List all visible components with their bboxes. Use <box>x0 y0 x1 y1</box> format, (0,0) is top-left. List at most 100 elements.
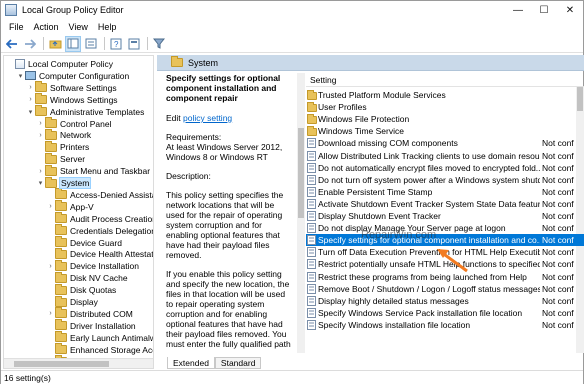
tree-item-label: Control Panel <box>60 118 112 129</box>
svg-text:?: ? <box>114 40 119 49</box>
filter-icon[interactable] <box>151 36 167 52</box>
close-button[interactable]: ✕ <box>557 1 583 19</box>
folder-icon <box>35 105 47 117</box>
tree-horizontal-scrollbar[interactable] <box>4 358 153 368</box>
collapsed-chevron-icon[interactable]: › <box>36 132 45 139</box>
setting-row[interactable]: Display Shutdown Event Tracker Not conf <box>306 210 584 222</box>
tree-item-label: Server <box>60 154 86 165</box>
setting-row[interactable]: Do not display Manage Your Server page a… <box>306 222 584 234</box>
folder-icon <box>55 212 67 224</box>
tree-item[interactable]: Enhanced Storage Acce <box>46 343 153 356</box>
tree-item[interactable]: › Device Installation <box>46 259 139 272</box>
folder-icon <box>45 176 57 188</box>
tree-item[interactable]: › Windows Settings <box>26 93 118 106</box>
edit-policy-setting-link[interactable]: policy setting <box>183 113 232 123</box>
tree-item[interactable]: Early Launch Antimalwa <box>46 331 153 344</box>
properties-icon[interactable] <box>126 36 142 52</box>
policy-icon <box>15 59 25 69</box>
help-icon[interactable]: ? <box>108 36 124 52</box>
setting-row[interactable]: Remove Boot / Shutdown / Logon / Logoff … <box>306 283 584 295</box>
folder-icon <box>55 247 67 259</box>
menu-file[interactable]: File <box>4 22 29 32</box>
tree-item[interactable]: › Control Panel <box>36 117 112 130</box>
setting-row[interactable]: Do not turn off system power after a Win… <box>306 174 584 186</box>
tree-item[interactable]: › App-V <box>46 200 94 213</box>
tree-item[interactable]: Local Computer Policy <box>6 58 113 70</box>
setting-row[interactable]: Specify Windows installation file locati… <box>306 319 584 331</box>
expanded-chevron-icon[interactable]: ▾ <box>36 179 45 187</box>
forward-icon[interactable] <box>22 36 38 52</box>
collapsed-chevron-icon[interactable]: › <box>46 203 55 210</box>
setting-state: Not conf <box>542 247 574 258</box>
navigation-tree[interactable]: File Classification I...Enhanced Storage… <box>3 55 154 369</box>
tree-item[interactable]: Disk NV Cache <box>46 271 128 284</box>
setting-row[interactable]: Do not automatically encrypt files moved… <box>306 162 584 174</box>
up-folder-icon[interactable] <box>47 36 63 52</box>
setting-row[interactable]: Windows File Protection <box>306 113 584 125</box>
setting-row[interactable]: Allow Distributed Link Tracking clients … <box>306 150 584 162</box>
setting-row[interactable]: Restrict these programs from being launc… <box>306 271 584 283</box>
description-label: Description: <box>166 171 211 181</box>
tree-item[interactable]: Server <box>36 152 86 165</box>
setting-row[interactable]: Display highly detailed status messages N… <box>306 295 584 307</box>
setting-name: Specify Windows Service Pack installatio… <box>318 307 523 318</box>
tree-item[interactable]: Device Guard <box>46 236 122 249</box>
show-hide-tree-icon[interactable] <box>65 35 81 52</box>
tree-item-label: Disk Quotas <box>70 285 117 296</box>
expanded-chevron-icon[interactable]: ▾ <box>16 72 25 80</box>
setting-row[interactable]: Turn off Data Execution Prevention for H… <box>306 246 584 258</box>
setting-row[interactable]: Windows Time Service <box>306 125 584 137</box>
tree-item[interactable]: Credentials Delegation <box>46 224 153 237</box>
setting-row[interactable]: Activate Shutdown Event Tracker System S… <box>306 198 584 210</box>
setting-row[interactable]: Trusted Platform Module Services <box>306 89 584 101</box>
settings-list[interactable]: Setting Trusted Platform Module Services… <box>306 73 584 353</box>
collapsed-chevron-icon[interactable]: › <box>26 84 35 91</box>
tree-item[interactable]: ▾ Administrative Templates <box>26 105 144 118</box>
menu-action[interactable]: Action <box>29 22 64 32</box>
export-list-icon[interactable] <box>83 36 99 52</box>
tree-item[interactable]: Driver Installation <box>46 319 136 332</box>
tree-item[interactable]: Printers <box>36 140 89 153</box>
tree-item[interactable]: Device Health Attestatic <box>46 247 153 260</box>
setting-name: Display highly detailed status messages <box>318 295 469 306</box>
tree-item[interactable]: › Distributed COM <box>46 307 133 320</box>
setting-row[interactable]: Specify Windows Service Pack installatio… <box>306 307 584 319</box>
tree-item[interactable]: › Start Menu and Taskbar <box>36 164 150 177</box>
expanded-chevron-icon[interactable]: ▾ <box>26 108 35 116</box>
description-scrollbar[interactable] <box>297 73 305 353</box>
setting-name: Windows File Protection <box>318 114 410 125</box>
scrollbar-thumb[interactable] <box>14 361 109 367</box>
setting-row[interactable]: Restrict potentially unsafe HTML Help fu… <box>306 258 584 270</box>
tab-extended[interactable]: Extended <box>167 357 215 369</box>
collapsed-chevron-icon[interactable]: › <box>36 120 45 127</box>
window-controls: — ☐ ✕ <box>505 1 583 19</box>
scrollbar-thumb[interactable] <box>298 128 304 218</box>
gpedit-app-icon <box>5 4 17 16</box>
tree-item[interactable]: ▾ Computer Configuration <box>16 70 130 82</box>
tree-item[interactable]: Access-Denied Assistan <box>46 188 153 201</box>
tree-item-label: Distributed COM <box>70 308 133 319</box>
setting-state: Not conf <box>542 271 574 282</box>
setting-row[interactable]: Enable Persistent Time Stamp Not conf <box>306 186 584 198</box>
maximize-button[interactable]: ☐ <box>531 1 557 19</box>
tree-item[interactable]: Disk Quotas <box>46 283 117 296</box>
menu-view[interactable]: View <box>64 22 93 32</box>
collapsed-chevron-icon[interactable]: › <box>26 96 35 103</box>
collapsed-chevron-icon[interactable]: › <box>46 310 55 317</box>
minimize-button[interactable]: — <box>505 1 531 19</box>
tree-item[interactable]: ▾ System <box>36 176 92 189</box>
collapsed-chevron-icon[interactable]: › <box>46 263 55 270</box>
back-icon[interactable] <box>4 36 20 52</box>
setting-name: Turn off Data Execution Prevention for H… <box>318 247 540 258</box>
tree-item[interactable]: Audit Process Creation <box>46 212 153 225</box>
tab-standard[interactable]: Standard <box>214 357 262 369</box>
collapsed-chevron-icon[interactable]: › <box>36 168 45 175</box>
tree-item[interactable]: › Network <box>36 128 91 141</box>
column-header-setting[interactable]: Setting <box>310 75 336 85</box>
menu-help[interactable]: Help <box>93 22 122 32</box>
setting-row[interactable]: Download missing COM components Not conf <box>306 137 584 149</box>
setting-row[interactable]: Specify settings for optional component … <box>306 234 584 247</box>
tree-item[interactable]: Display <box>46 295 98 308</box>
setting-row[interactable]: User Profiles <box>306 101 584 113</box>
tree-item[interactable]: › Software Settings <box>26 81 117 94</box>
